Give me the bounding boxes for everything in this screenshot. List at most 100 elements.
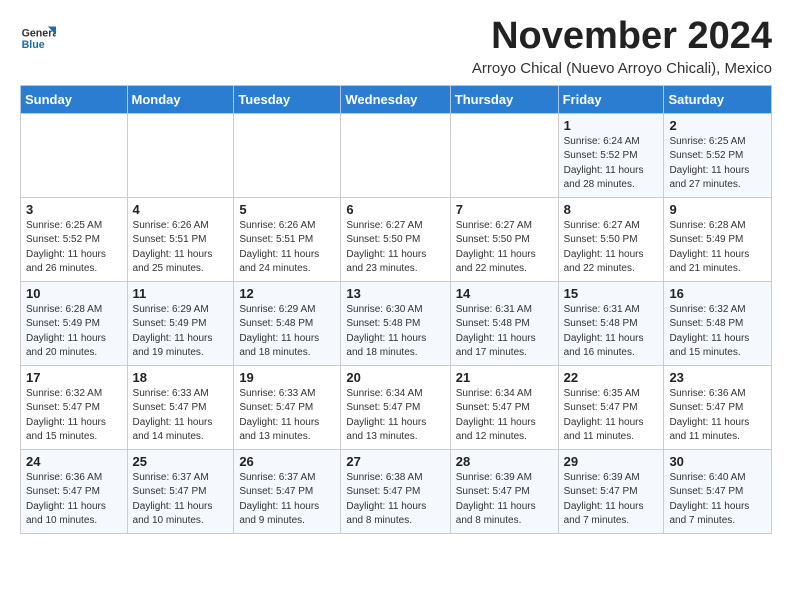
day-info: Sunrise: 6:40 AM Sunset: 5:47 PM Dayligh… — [669, 471, 766, 529]
day-cell: 5 Sunrise: 6:26 AM Sunset: 5:51 PM Daylig… — [234, 197, 341, 281]
day-cell: 19 Sunrise: 6:33 AM Sunset: 5:47 PM Dayli… — [234, 365, 341, 449]
day-info: Sunrise: 6:25 AM Sunset: 5:52 PM Dayligh… — [669, 135, 766, 193]
day-number: 19 — [239, 370, 335, 385]
week-row-5: 24 Sunrise: 6:36 AM Sunset: 5:47 PM Dayli… — [21, 449, 772, 533]
day-number: 28 — [456, 454, 553, 469]
day-info: Sunrise: 6:36 AM Sunset: 5:47 PM Dayligh… — [26, 471, 122, 529]
day-number: 16 — [669, 286, 766, 301]
day-number: 1 — [564, 118, 659, 133]
day-info: Sunrise: 6:24 AM Sunset: 5:52 PM Dayligh… — [564, 135, 659, 193]
day-number: 6 — [346, 202, 444, 217]
day-cell: 13 Sunrise: 6:30 AM Sunset: 5:48 PM Dayli… — [341, 281, 450, 365]
day-info: Sunrise: 6:31 AM Sunset: 5:48 PM Dayligh… — [456, 303, 553, 361]
day-info: Sunrise: 6:33 AM Sunset: 5:47 PM Dayligh… — [239, 387, 335, 445]
day-number: 20 — [346, 370, 444, 385]
day-number: 5 — [239, 202, 335, 217]
day-info: Sunrise: 6:28 AM Sunset: 5:49 PM Dayligh… — [26, 303, 122, 361]
day-number: 15 — [564, 286, 659, 301]
week-row-1: 1 Sunrise: 6:24 AM Sunset: 5:52 PM Daylig… — [21, 113, 772, 197]
day-number: 24 — [26, 454, 122, 469]
day-info: Sunrise: 6:28 AM Sunset: 5:49 PM Dayligh… — [669, 219, 766, 277]
day-number: 25 — [133, 454, 229, 469]
day-info: Sunrise: 6:31 AM Sunset: 5:48 PM Dayligh… — [564, 303, 659, 361]
day-number: 26 — [239, 454, 335, 469]
column-header-wednesday: Wednesday — [341, 85, 450, 113]
column-header-sunday: Sunday — [21, 85, 128, 113]
day-cell: 22Sunrise: 6:35 AM Sunset: 5:47 PM Dayli… — [558, 365, 664, 449]
day-cell: 8 Sunrise: 6:27 AM Sunset: 5:50 PM Daylig… — [558, 197, 664, 281]
day-cell — [21, 113, 128, 197]
header: General Blue November 2024 Arroyo Chical… — [20, 16, 772, 77]
day-number: 8 — [564, 202, 659, 217]
day-info: Sunrise: 6:26 AM Sunset: 5:51 PM Dayligh… — [133, 219, 229, 277]
day-cell — [341, 113, 450, 197]
day-number: 2 — [669, 118, 766, 133]
day-number: 18 — [133, 370, 229, 385]
day-info: Sunrise: 6:33 AM Sunset: 5:47 PM Dayligh… — [133, 387, 229, 445]
day-cell: 18 Sunrise: 6:33 AM Sunset: 5:47 PM Dayli… — [127, 365, 234, 449]
month-title: November 2024 — [472, 16, 772, 58]
day-number: 23 — [669, 370, 766, 385]
week-row-4: 17Sunrise: 6:32 AM Sunset: 5:47 PM Dayli… — [21, 365, 772, 449]
day-number: 7 — [456, 202, 553, 217]
day-number: 9 — [669, 202, 766, 217]
day-number: 3 — [26, 202, 122, 217]
day-cell: 15 Sunrise: 6:31 AM Sunset: 5:48 PM Dayli… — [558, 281, 664, 365]
day-number: 27 — [346, 454, 444, 469]
title-block: November 2024 Arroyo Chical (Nuevo Arroy… — [472, 16, 772, 77]
day-number: 29 — [564, 454, 659, 469]
column-header-saturday: Saturday — [664, 85, 772, 113]
day-info: Sunrise: 6:36 AM Sunset: 5:47 PM Dayligh… — [669, 387, 766, 445]
day-cell: 30 Sunrise: 6:40 AM Sunset: 5:47 PM Dayli… — [664, 449, 772, 533]
calendar: SundayMondayTuesdayWednesdayThursdayFrid… — [20, 85, 772, 534]
day-number: 21 — [456, 370, 553, 385]
day-number: 13 — [346, 286, 444, 301]
day-cell: 3 Sunrise: 6:25 AM Sunset: 5:52 PM Daylig… — [21, 197, 128, 281]
day-cell: 11 Sunrise: 6:29 AM Sunset: 5:49 PM Dayli… — [127, 281, 234, 365]
day-number: 14 — [456, 286, 553, 301]
day-cell: 23 Sunrise: 6:36 AM Sunset: 5:47 PM Dayli… — [664, 365, 772, 449]
week-row-2: 3 Sunrise: 6:25 AM Sunset: 5:52 PM Daylig… — [21, 197, 772, 281]
day-info: Sunrise: 6:25 AM Sunset: 5:52 PM Dayligh… — [26, 219, 122, 277]
day-cell: 10Sunrise: 6:28 AM Sunset: 5:49 PM Dayli… — [21, 281, 128, 365]
day-info: Sunrise: 6:27 AM Sunset: 5:50 PM Dayligh… — [456, 219, 553, 277]
day-number: 22 — [564, 370, 659, 385]
day-number: 11 — [133, 286, 229, 301]
day-number: 4 — [133, 202, 229, 217]
logo: General Blue — [20, 20, 56, 56]
day-info: Sunrise: 6:30 AM Sunset: 5:48 PM Dayligh… — [346, 303, 444, 361]
column-header-tuesday: Tuesday — [234, 85, 341, 113]
day-cell: 20 Sunrise: 6:34 AM Sunset: 5:47 PM Dayli… — [341, 365, 450, 449]
day-cell: 24 Sunrise: 6:36 AM Sunset: 5:47 PM Dayli… — [21, 449, 128, 533]
day-info: Sunrise: 6:34 AM Sunset: 5:47 PM Dayligh… — [346, 387, 444, 445]
day-number: 17 — [26, 370, 122, 385]
day-cell: 7 Sunrise: 6:27 AM Sunset: 5:50 PM Daylig… — [450, 197, 558, 281]
day-number: 12 — [239, 286, 335, 301]
day-info: Sunrise: 6:39 AM Sunset: 5:47 PM Dayligh… — [456, 471, 553, 529]
day-info: Sunrise: 6:34 AM Sunset: 5:47 PM Dayligh… — [456, 387, 553, 445]
day-info: Sunrise: 6:37 AM Sunset: 5:47 PM Dayligh… — [133, 471, 229, 529]
week-row-3: 10Sunrise: 6:28 AM Sunset: 5:49 PM Dayli… — [21, 281, 772, 365]
column-header-friday: Friday — [558, 85, 664, 113]
day-cell: 2 Sunrise: 6:25 AM Sunset: 5:52 PM Daylig… — [664, 113, 772, 197]
day-cell: 28 Sunrise: 6:39 AM Sunset: 5:47 PM Dayli… — [450, 449, 558, 533]
day-number: 30 — [669, 454, 766, 469]
day-info: Sunrise: 6:27 AM Sunset: 5:50 PM Dayligh… — [564, 219, 659, 277]
day-cell — [450, 113, 558, 197]
day-cell: 27 Sunrise: 6:38 AM Sunset: 5:47 PM Dayli… — [341, 449, 450, 533]
day-cell: 1 Sunrise: 6:24 AM Sunset: 5:52 PM Daylig… — [558, 113, 664, 197]
logo-icon: General Blue — [20, 20, 56, 56]
day-cell: 9 Sunrise: 6:28 AM Sunset: 5:49 PM Daylig… — [664, 197, 772, 281]
day-cell: 6Sunrise: 6:27 AM Sunset: 5:50 PM Daylig… — [341, 197, 450, 281]
day-cell: 21 Sunrise: 6:34 AM Sunset: 5:47 PM Dayli… — [450, 365, 558, 449]
day-info: Sunrise: 6:29 AM Sunset: 5:49 PM Dayligh… — [133, 303, 229, 361]
day-cell: 4 Sunrise: 6:26 AM Sunset: 5:51 PM Daylig… — [127, 197, 234, 281]
day-info: Sunrise: 6:38 AM Sunset: 5:47 PM Dayligh… — [346, 471, 444, 529]
svg-text:Blue: Blue — [22, 39, 45, 51]
day-info: Sunrise: 6:32 AM Sunset: 5:48 PM Dayligh… — [669, 303, 766, 361]
day-cell: 17Sunrise: 6:32 AM Sunset: 5:47 PM Dayli… — [21, 365, 128, 449]
day-cell: 26Sunrise: 6:37 AM Sunset: 5:47 PM Dayli… — [234, 449, 341, 533]
day-cell — [127, 113, 234, 197]
day-cell: 29Sunrise: 6:39 AM Sunset: 5:47 PM Dayli… — [558, 449, 664, 533]
day-info: Sunrise: 6:26 AM Sunset: 5:51 PM Dayligh… — [239, 219, 335, 277]
